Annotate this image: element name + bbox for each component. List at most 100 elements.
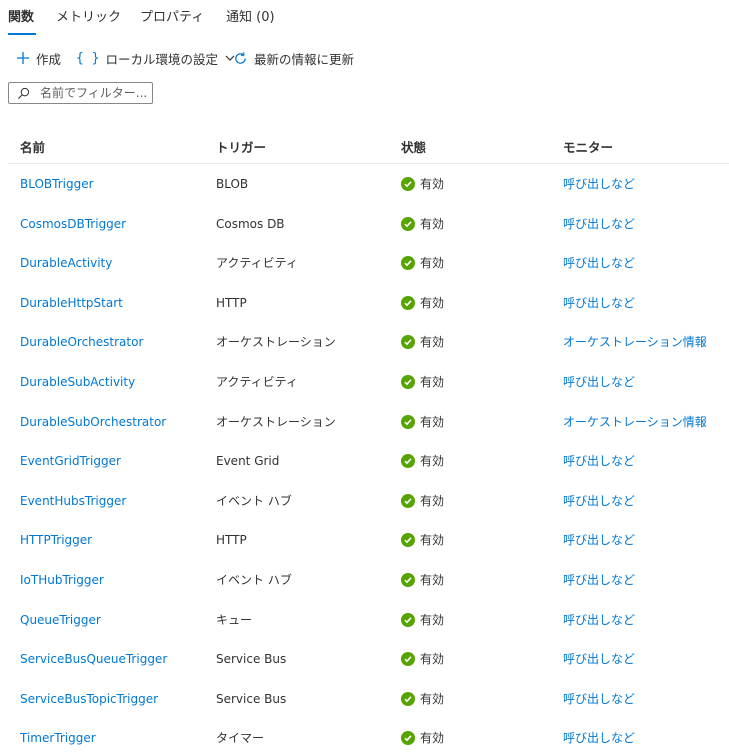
check-circle-icon: [401, 612, 415, 627]
monitor-link[interactable]: オーケストレーション情報: [563, 414, 707, 430]
status-cell: 有効: [401, 651, 444, 667]
check-circle-icon: [401, 454, 415, 469]
table-row: CosmosDBTrigger Cosmos DB 有効 呼び出しなど: [0, 204, 729, 244]
tab-bar: 関数 メトリック プロパティ 通知 (0): [0, 0, 729, 38]
tab-properties[interactable]: プロパティ: [140, 9, 204, 27]
refresh-button[interactable]: 最新の情報に更新: [233, 46, 354, 70]
status-text: 有効: [420, 731, 445, 746]
function-name-link[interactable]: EventGridTrigger: [20, 453, 121, 469]
create-label: 作成: [36, 51, 62, 67]
trigger-type: Event Grid: [216, 454, 280, 469]
trigger-type: Service Bus: [216, 652, 287, 667]
function-name-link[interactable]: DurableHttpStart: [20, 295, 123, 311]
function-name-link[interactable]: ServiceBusTopicTrigger: [20, 691, 158, 707]
status-cell: 有効: [401, 572, 444, 588]
status-cell: 有効: [401, 532, 444, 548]
check-circle-icon: [401, 652, 415, 667]
refresh-icon: [235, 51, 246, 64]
header-monitor[interactable]: モニター: [563, 137, 613, 156]
function-name-link[interactable]: IoTHubTrigger: [20, 572, 104, 588]
monitor-link[interactable]: 呼び出しなど: [563, 651, 635, 667]
function-name-link[interactable]: ServiceBusQueueTrigger: [20, 651, 167, 667]
function-name-link[interactable]: EventHubsTrigger: [20, 493, 126, 509]
table-row: TimerTrigger タイマー 有効 呼び出しなど: [0, 718, 729, 753]
search-icon: [18, 87, 30, 99]
local-settings-label: ローカル環境の設定: [105, 51, 218, 67]
function-name-link[interactable]: HTTPTrigger: [20, 532, 92, 548]
monitor-link[interactable]: 呼び出しなど: [563, 493, 635, 509]
function-name-link[interactable]: DurableOrchestrator: [20, 334, 143, 350]
table-row: ServiceBusTopicTrigger Service Bus 有効 呼び出しな…: [0, 679, 729, 719]
status-cell: 有効: [401, 374, 444, 390]
plus-icon: [17, 52, 29, 64]
check-circle-icon: [401, 572, 415, 587]
status-text: 有効: [420, 454, 445, 469]
monitor-link[interactable]: 呼び出しなど: [563, 295, 635, 311]
monitor-link[interactable]: 呼び出しなど: [563, 691, 635, 707]
table-row: BLOBTrigger BLOB 有効 呼び出しなど: [0, 164, 729, 204]
trigger-type: タイマー: [216, 731, 265, 746]
tab-notifications[interactable]: 通知 (0): [226, 9, 275, 27]
monitor-link[interactable]: 呼び出しなど: [563, 453, 635, 469]
function-name-link[interactable]: TimerTrigger: [20, 730, 96, 746]
table-row: ServiceBusQueueTrigger Service Bus 有効 呼び出しな…: [0, 639, 729, 679]
check-circle-icon: [401, 691, 415, 706]
monitor-link[interactable]: 呼び出しなど: [563, 612, 635, 628]
check-circle-icon: [401, 374, 415, 389]
trigger-type: Cosmos DB: [216, 216, 285, 231]
filter-input[interactable]: [40, 86, 150, 100]
refresh-label: 最新の情報に更新: [254, 51, 355, 67]
status-text: 有効: [420, 295, 445, 310]
check-circle-icon: [401, 533, 415, 548]
command-bar: 作成 { } ローカル環境の設定 最新の情報に更新: [0, 46, 729, 70]
table-body: BLOBTrigger BLOB 有効 呼び出しなど CosmosDBTrigger Co…: [0, 164, 729, 753]
monitor-link[interactable]: 呼び出しなど: [563, 532, 635, 548]
function-name-link[interactable]: DurableSubOrchestrator: [20, 414, 166, 430]
check-circle-icon: [401, 256, 415, 271]
table-row: DurableOrchestrator オーケストレーション 有効 オーケストレーショ…: [0, 322, 729, 362]
function-name-link[interactable]: DurableSubActivity: [20, 374, 135, 390]
monitor-link[interactable]: 呼び出しなど: [563, 730, 635, 746]
trigger-type: アクティビティ: [216, 256, 298, 271]
check-circle-icon: [401, 493, 415, 508]
function-name-link[interactable]: BLOBTrigger: [20, 176, 94, 192]
monitor-link[interactable]: 呼び出しなど: [563, 255, 635, 271]
status-text: 有効: [420, 256, 445, 271]
tab-metrics[interactable]: メトリック: [56, 9, 121, 27]
trigger-type: HTTP: [216, 533, 247, 548]
table-row: IoTHubTrigger イベント ハブ 有効 呼び出しなど: [0, 560, 729, 600]
table-row: DurableHttpStart HTTP 有効 呼び出しなど: [0, 283, 729, 323]
status-cell: 有効: [401, 691, 444, 707]
local-settings-dropdown[interactable]: { } ローカル環境の設定: [76, 46, 236, 70]
filter-box[interactable]: [8, 82, 153, 104]
header-status[interactable]: 状態: [401, 137, 426, 156]
function-name-link[interactable]: DurableActivity: [20, 255, 112, 271]
monitor-link[interactable]: 呼び出しなど: [563, 216, 635, 232]
status-text: 有効: [420, 414, 445, 429]
monitor-link[interactable]: 呼び出しなど: [563, 572, 635, 588]
tab-functions[interactable]: 関数: [8, 9, 34, 27]
function-name-link[interactable]: QueueTrigger: [20, 612, 101, 628]
header-name[interactable]: 名前: [20, 137, 45, 156]
header-trigger[interactable]: トリガー: [216, 137, 266, 156]
check-circle-icon: [401, 414, 415, 429]
status-cell: 有効: [401, 493, 444, 509]
status-cell: 有効: [401, 176, 444, 192]
create-button[interactable]: 作成: [16, 46, 61, 70]
monitor-link[interactable]: 呼び出しなど: [563, 374, 635, 390]
table-row: QueueTrigger キュー 有効 呼び出しなど: [0, 600, 729, 640]
table-row: DurableSubOrchestrator オーケストレーション 有効 オーケストレ…: [0, 402, 729, 442]
function-name-link[interactable]: CosmosDBTrigger: [20, 216, 126, 232]
table-row: DurableSubActivity アクティビティ 有効 呼び出しなど: [0, 362, 729, 402]
status-text: 有効: [420, 216, 445, 231]
status-text: 有効: [420, 612, 445, 627]
trigger-type: Service Bus: [216, 691, 287, 706]
trigger-type: キュー: [216, 612, 253, 627]
table-row: EventGridTrigger Event Grid 有効 呼び出しなど: [0, 441, 729, 481]
status-cell: 有効: [401, 255, 444, 271]
monitor-link[interactable]: 呼び出しなど: [563, 176, 635, 192]
check-circle-icon: [401, 731, 415, 746]
table-row: DurableActivity アクティビティ 有効 呼び出しなど: [0, 243, 729, 283]
monitor-link[interactable]: オーケストレーション情報: [563, 334, 707, 350]
trigger-type: オーケストレーション: [216, 335, 336, 350]
